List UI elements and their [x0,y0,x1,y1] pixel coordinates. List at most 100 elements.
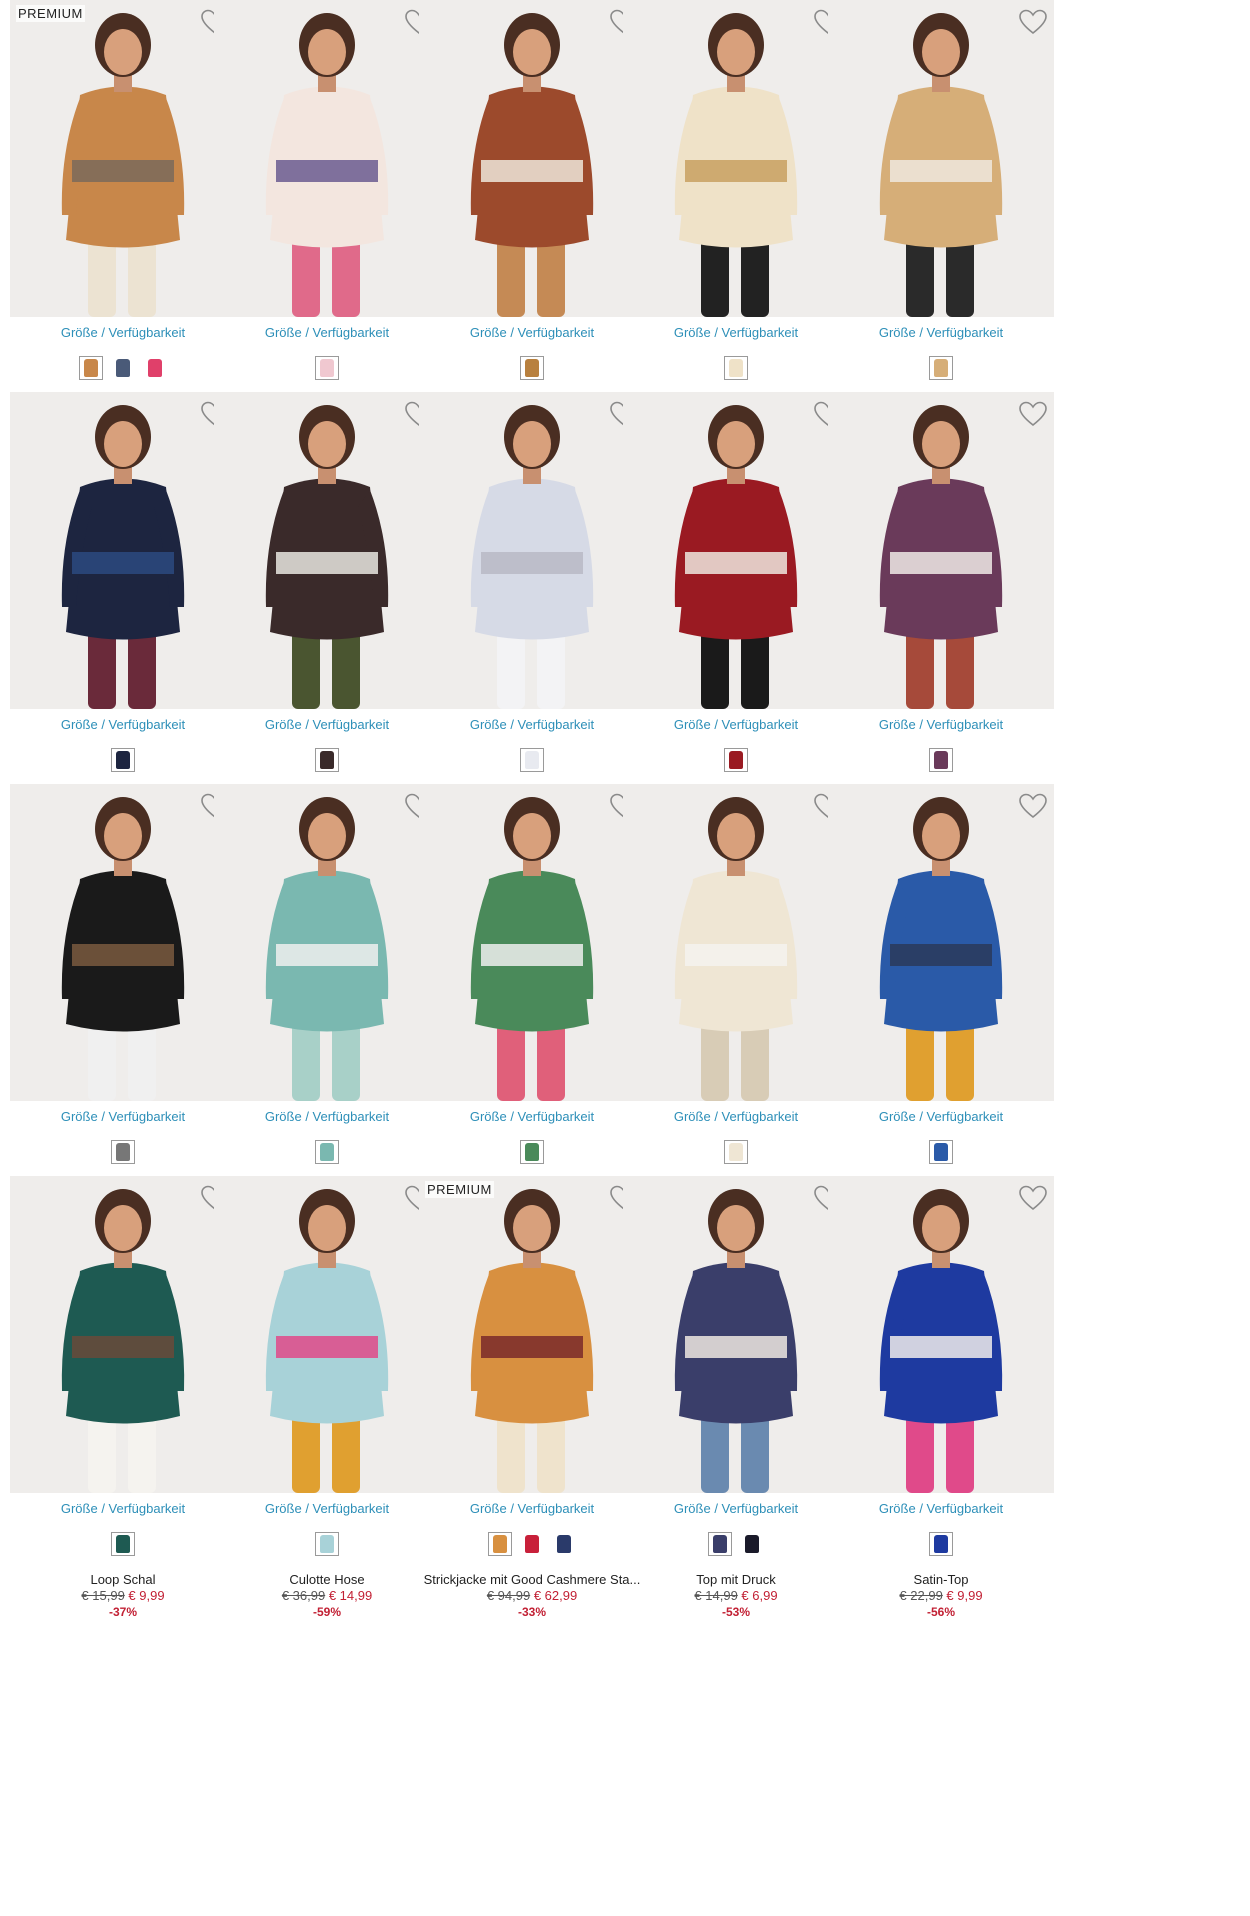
product-card[interactable]: Größe / Verfügbarkeit Top mit Druck € 14,9… [623,1176,849,1644]
color-swatch[interactable] [520,1532,544,1556]
wishlist-heart-icon[interactable] [1018,8,1048,36]
color-swatch[interactable] [111,356,135,380]
product-photo[interactable] [419,1176,645,1493]
product-image[interactable] [214,392,440,709]
color-swatch[interactable] [929,1140,953,1164]
wishlist-heart-icon[interactable] [1018,400,1048,428]
product-name[interactable]: Culotte Hose [214,1572,440,1587]
product-photo[interactable] [623,784,849,1101]
product-image[interactable] [10,1176,236,1493]
size-availability-link[interactable]: Größe / Verfügbarkeit [10,325,236,340]
product-image[interactable] [828,392,1054,709]
color-swatch[interactable] [724,356,748,380]
color-swatch[interactable] [315,1532,339,1556]
product-image[interactable]: PREMIUM [419,1176,645,1493]
product-name[interactable]: Strickjacke mit Good Cashmere Sta... [419,1572,645,1587]
product-name[interactable]: Top mit Druck [623,1572,849,1587]
size-availability-link[interactable]: Größe / Verfügbarkeit [623,1501,849,1516]
product-photo[interactable] [419,0,645,317]
product-photo[interactable] [623,1176,849,1493]
product-photo[interactable] [10,784,236,1101]
product-photo[interactable] [828,784,1054,1101]
product-image[interactable] [623,0,849,317]
size-availability-link[interactable]: Größe / Verfügbarkeit [214,1501,440,1516]
color-swatch[interactable] [552,1532,576,1556]
color-swatch[interactable] [315,748,339,772]
product-image[interactable] [214,0,440,317]
product-card[interactable]: PREMIUM Größe / Verfügbarkeit Strickjacke … [419,1176,645,1644]
product-image[interactable] [214,784,440,1101]
product-image[interactable]: PREMIUM [10,0,236,317]
size-availability-link[interactable]: Größe / Verfügbarkeit [623,325,849,340]
color-swatch[interactable] [520,356,544,380]
size-availability-link[interactable]: Größe / Verfügbarkeit [623,1109,849,1124]
product-image[interactable] [623,784,849,1101]
size-availability-link[interactable]: Größe / Verfügbarkeit [828,717,1054,732]
product-image[interactable] [828,1176,1054,1493]
color-swatch[interactable] [929,748,953,772]
color-swatch[interactable] [315,356,339,380]
color-swatch[interactable] [708,1532,732,1556]
wishlist-heart-icon[interactable] [1018,792,1048,820]
size-availability-link[interactable]: Größe / Verfügbarkeit [828,325,1054,340]
product-image[interactable] [623,392,849,709]
product-photo[interactable] [10,0,236,317]
product-photo[interactable] [623,0,849,317]
size-availability-link[interactable]: Größe / Verfügbarkeit [10,1501,236,1516]
product-card[interactable]: Größe / Verfügbarkeit Satin-Top € 22,99 € … [828,1176,1054,1644]
product-image[interactable] [10,392,236,709]
product-image[interactable] [10,784,236,1101]
color-swatch[interactable] [740,1532,764,1556]
product-photo[interactable] [214,784,440,1101]
size-availability-link[interactable]: Größe / Verfügbarkeit [828,1109,1054,1124]
color-swatch[interactable] [724,1140,748,1164]
size-availability-link[interactable]: Größe / Verfügbarkeit [623,717,849,732]
color-swatch[interactable] [929,1532,953,1556]
product-name[interactable]: Loop Schal [10,1572,236,1587]
color-swatch[interactable] [111,1140,135,1164]
product-photo[interactable] [214,0,440,317]
size-availability-link[interactable]: Größe / Verfügbarkeit [419,1109,645,1124]
color-swatch[interactable] [724,748,748,772]
color-swatch[interactable] [143,356,167,380]
size-availability-link[interactable]: Größe / Verfügbarkeit [214,1109,440,1124]
product-photo[interactable] [10,1176,236,1493]
product-photo[interactable] [10,392,236,709]
size-availability-link[interactable]: Größe / Verfügbarkeit [10,717,236,732]
color-swatch[interactable] [111,748,135,772]
product-photo[interactable] [828,1176,1054,1493]
color-swatch[interactable] [111,1532,135,1556]
product-photo[interactable] [623,392,849,709]
product-photo[interactable] [828,0,1054,317]
product-photo[interactable] [214,392,440,709]
product-image[interactable] [828,0,1054,317]
color-swatch[interactable] [520,1140,544,1164]
product-image[interactable] [623,1176,849,1493]
size-availability-link[interactable]: Größe / Verfügbarkeit [419,325,645,340]
size-availability-link[interactable]: Größe / Verfügbarkeit [10,1109,236,1124]
product-card[interactable]: Größe / Verfügbarkeit Loop Schal € 15,99 €… [10,1176,236,1644]
product-photo[interactable] [214,1176,440,1493]
swatch-thumbnail [934,359,948,377]
size-availability-link[interactable]: Größe / Verfügbarkeit [828,1501,1054,1516]
product-image[interactable] [419,392,645,709]
product-name[interactable]: Satin-Top [828,1572,1054,1587]
product-image[interactable] [214,1176,440,1493]
size-availability-link[interactable]: Größe / Verfügbarkeit [214,717,440,732]
product-image[interactable] [828,784,1054,1101]
product-photo[interactable] [419,784,645,1101]
color-swatch[interactable] [488,1532,512,1556]
product-card[interactable]: Größe / Verfügbarkeit Culotte Hose € 36,99… [214,1176,440,1644]
color-swatch[interactable] [315,1140,339,1164]
color-swatch[interactable] [79,356,103,380]
product-photo[interactable] [828,392,1054,709]
product-photo[interactable] [419,392,645,709]
product-image[interactable] [419,784,645,1101]
size-availability-link[interactable]: Größe / Verfügbarkeit [419,1501,645,1516]
size-availability-link[interactable]: Größe / Verfügbarkeit [214,325,440,340]
wishlist-heart-icon[interactable] [1018,1184,1048,1212]
color-swatch[interactable] [929,356,953,380]
color-swatch[interactable] [520,748,544,772]
size-availability-link[interactable]: Größe / Verfügbarkeit [419,717,645,732]
product-image[interactable] [419,0,645,317]
